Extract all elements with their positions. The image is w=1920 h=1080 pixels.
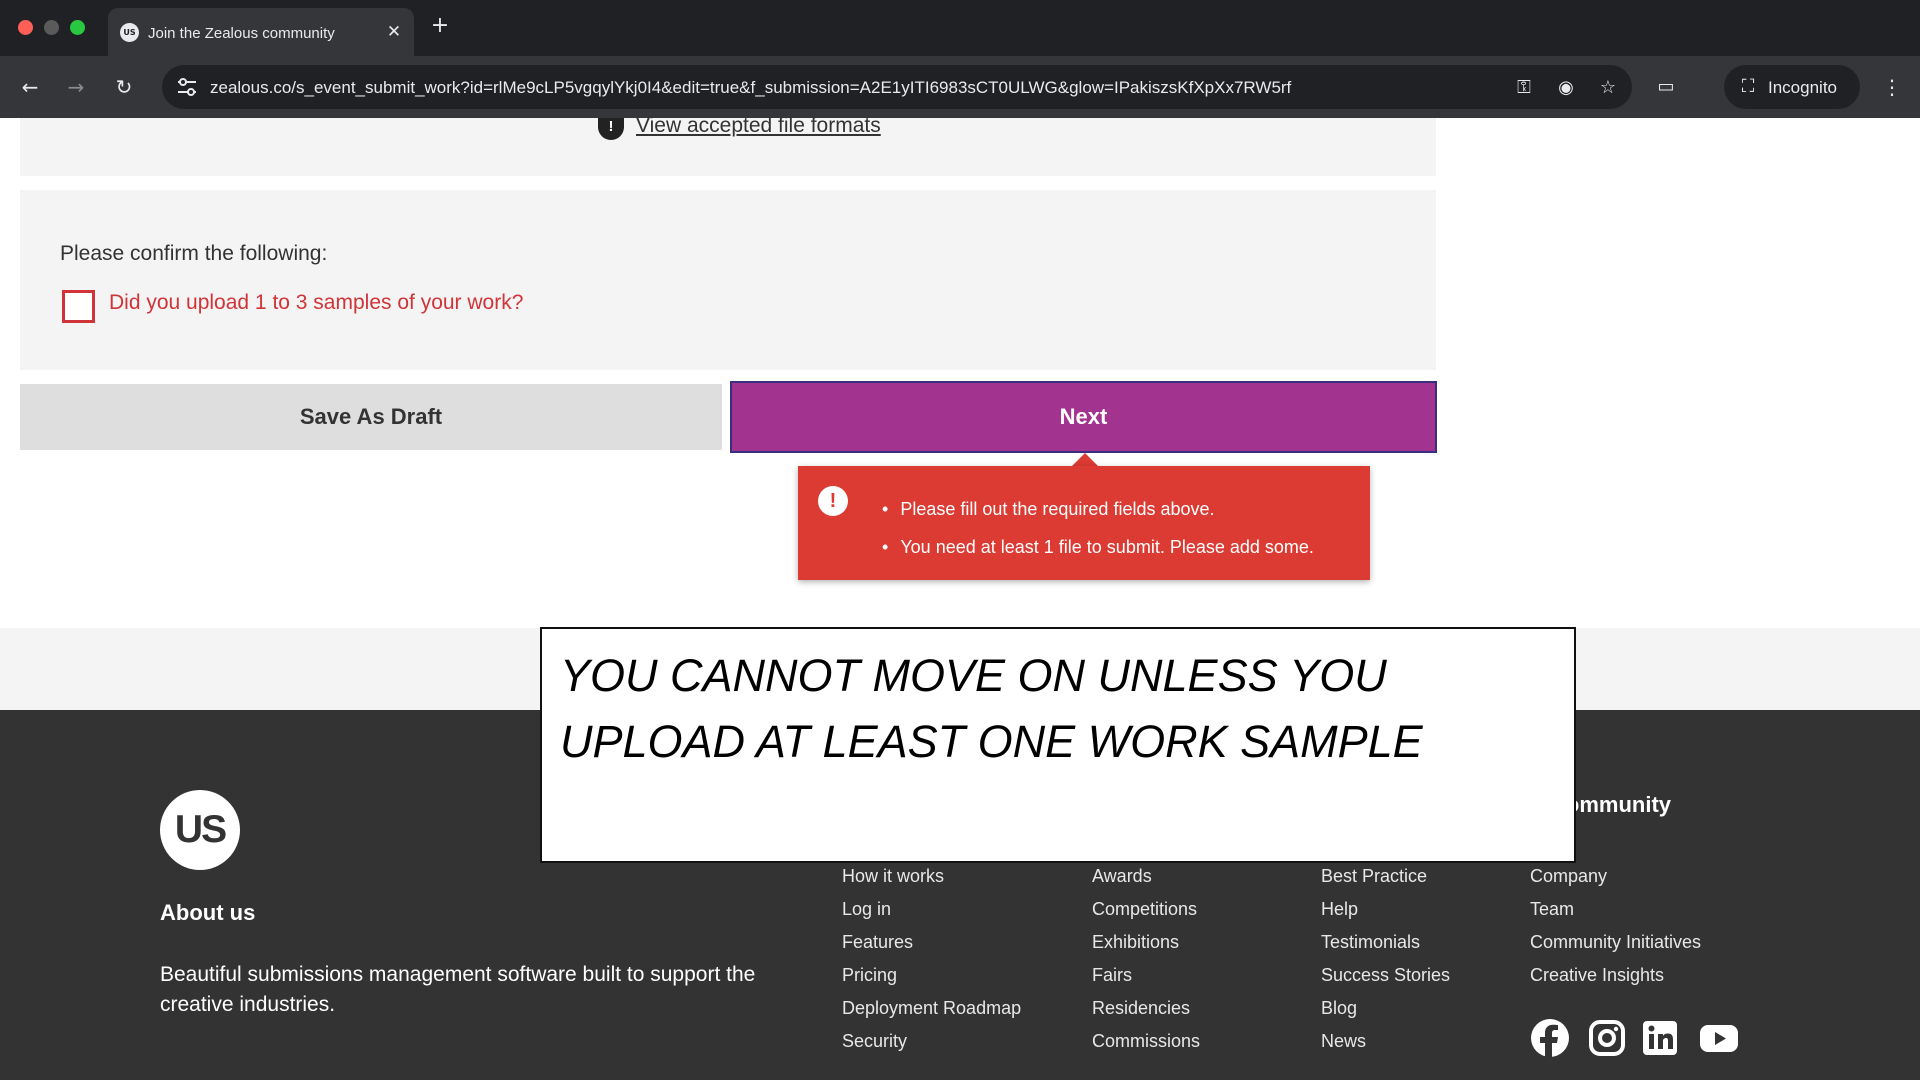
incognito-label: Incognito: [1768, 78, 1837, 97]
password-key-icon[interactable]: ⚿: [1510, 74, 1538, 102]
incognito-badge[interactable]: ⛶ Incognito: [1724, 65, 1860, 109]
error-list: Please fill out the required fields abov…: [882, 490, 1314, 566]
facebook-icon[interactable]: [1530, 1018, 1570, 1058]
address-bar[interactable]: zealous.co/s_event_submit_work?id=rlMe9c…: [162, 65, 1632, 109]
footer-column-product: How it works Log in Features Pricing Dep…: [842, 860, 1021, 1058]
error-message: You need at least 1 file to submit. Plea…: [882, 528, 1314, 566]
footer-link[interactable]: News: [1321, 1025, 1450, 1058]
about-title: About us: [160, 900, 256, 925]
new-tab-icon[interactable]: +: [428, 14, 452, 38]
error-popup-pointer: [1072, 453, 1098, 466]
footer-column-resources: Best Practice Help Testimonials Success …: [1321, 860, 1450, 1058]
footer-link[interactable]: Competitions: [1092, 893, 1200, 926]
upload-section: ! View accepted file formats: [20, 114, 1436, 176]
footer-link[interactable]: Community Initiatives: [1530, 926, 1701, 959]
confirm-heading: Please confirm the following:: [60, 242, 328, 265]
footer-link[interactable]: Fairs: [1092, 959, 1200, 992]
footer-link[interactable]: Pricing: [842, 959, 1021, 992]
browser-toolbar: ← → ↻ zealous.co/s_event_submit_work?id=…: [0, 56, 1920, 118]
browser-menu-icon[interactable]: ⋮: [1876, 71, 1908, 103]
footer-link[interactable]: Commissions: [1092, 1025, 1200, 1058]
forward-icon[interactable]: →: [60, 71, 92, 103]
footer-link[interactable]: Testimonials: [1321, 926, 1450, 959]
back-icon[interactable]: ←: [14, 71, 46, 103]
site-settings-icon[interactable]: [174, 74, 200, 100]
footer-link[interactable]: Deployment Roadmap: [842, 992, 1021, 1025]
footer-link[interactable]: Creative Insights: [1530, 959, 1701, 992]
footer-link[interactable]: Awards: [1092, 860, 1200, 893]
bookmark-star-icon[interactable]: ☆: [1594, 74, 1622, 102]
maximize-window-button[interactable]: [70, 20, 85, 35]
tab-title: Join the Zealous community: [148, 25, 335, 42]
save-draft-button[interactable]: Save As Draft: [20, 384, 722, 450]
footer-link[interactable]: Blog: [1321, 992, 1450, 1025]
confirm-section: Please confirm the following: Did you up…: [20, 190, 1436, 370]
close-window-button[interactable]: [18, 20, 33, 35]
instruction-callout: YOU CANNOT MOVE ON UNLESS YOU UPLOAD AT …: [540, 627, 1576, 863]
error-message: Please fill out the required fields abov…: [882, 490, 1314, 528]
browser-tab-bar: US Join the Zealous community ✕ +: [0, 0, 1920, 56]
info-icon: !: [598, 118, 624, 140]
error-popup: ! Please fill out the required fields ab…: [798, 466, 1370, 580]
footer-link[interactable]: Features: [842, 926, 1021, 959]
footer-column-community: Company Team Community Initiatives Creat…: [1530, 860, 1701, 992]
about-text: Beautiful submissions management softwar…: [160, 963, 756, 1016]
tab-favicon-icon: US: [120, 23, 139, 42]
upload-samples-checkbox[interactable]: [62, 290, 95, 323]
error-alert-icon: !: [818, 486, 848, 516]
footer-link[interactable]: Team: [1530, 893, 1701, 926]
incognito-icon: ⛶: [1741, 76, 1755, 97]
us-logo[interactable]: US: [160, 790, 240, 870]
youtube-icon[interactable]: [1696, 1018, 1742, 1058]
footer-link[interactable]: How it works: [842, 860, 1021, 893]
tab-search-icon[interactable]: ▭: [1652, 73, 1680, 101]
instagram-icon[interactable]: [1587, 1018, 1627, 1058]
callout-text: YOU CANNOT MOVE ON UNLESS YOU UPLOAD AT …: [560, 650, 1423, 767]
url-text[interactable]: zealous.co/s_event_submit_work?id=rlMe9c…: [210, 78, 1500, 98]
tracking-protection-eye-icon[interactable]: ◉: [1552, 74, 1580, 102]
footer-link[interactable]: Best Practice: [1321, 860, 1450, 893]
footer-link[interactable]: Residencies: [1092, 992, 1200, 1025]
footer-link[interactable]: Company: [1530, 860, 1701, 893]
accepted-file-formats-link[interactable]: View accepted file formats: [636, 114, 881, 138]
browser-tab[interactable]: US Join the Zealous community ✕: [108, 8, 414, 56]
linkedin-icon[interactable]: [1640, 1018, 1680, 1058]
footer-link[interactable]: Security: [842, 1025, 1021, 1058]
reload-icon[interactable]: ↻: [108, 71, 140, 103]
footer-column-use-cases: Awards Competitions Exhibitions Fairs Re…: [1092, 860, 1200, 1058]
footer-link[interactable]: Help: [1321, 893, 1450, 926]
next-button[interactable]: Next: [730, 381, 1437, 453]
close-tab-icon[interactable]: ✕: [382, 20, 406, 44]
footer-link[interactable]: Success Stories: [1321, 959, 1450, 992]
upload-samples-label[interactable]: Did you upload 1 to 3 samples of your wo…: [109, 291, 523, 315]
footer-link[interactable]: Log in: [842, 893, 1021, 926]
minimize-window-button[interactable]: [44, 20, 59, 35]
footer-link[interactable]: Exhibitions: [1092, 926, 1200, 959]
